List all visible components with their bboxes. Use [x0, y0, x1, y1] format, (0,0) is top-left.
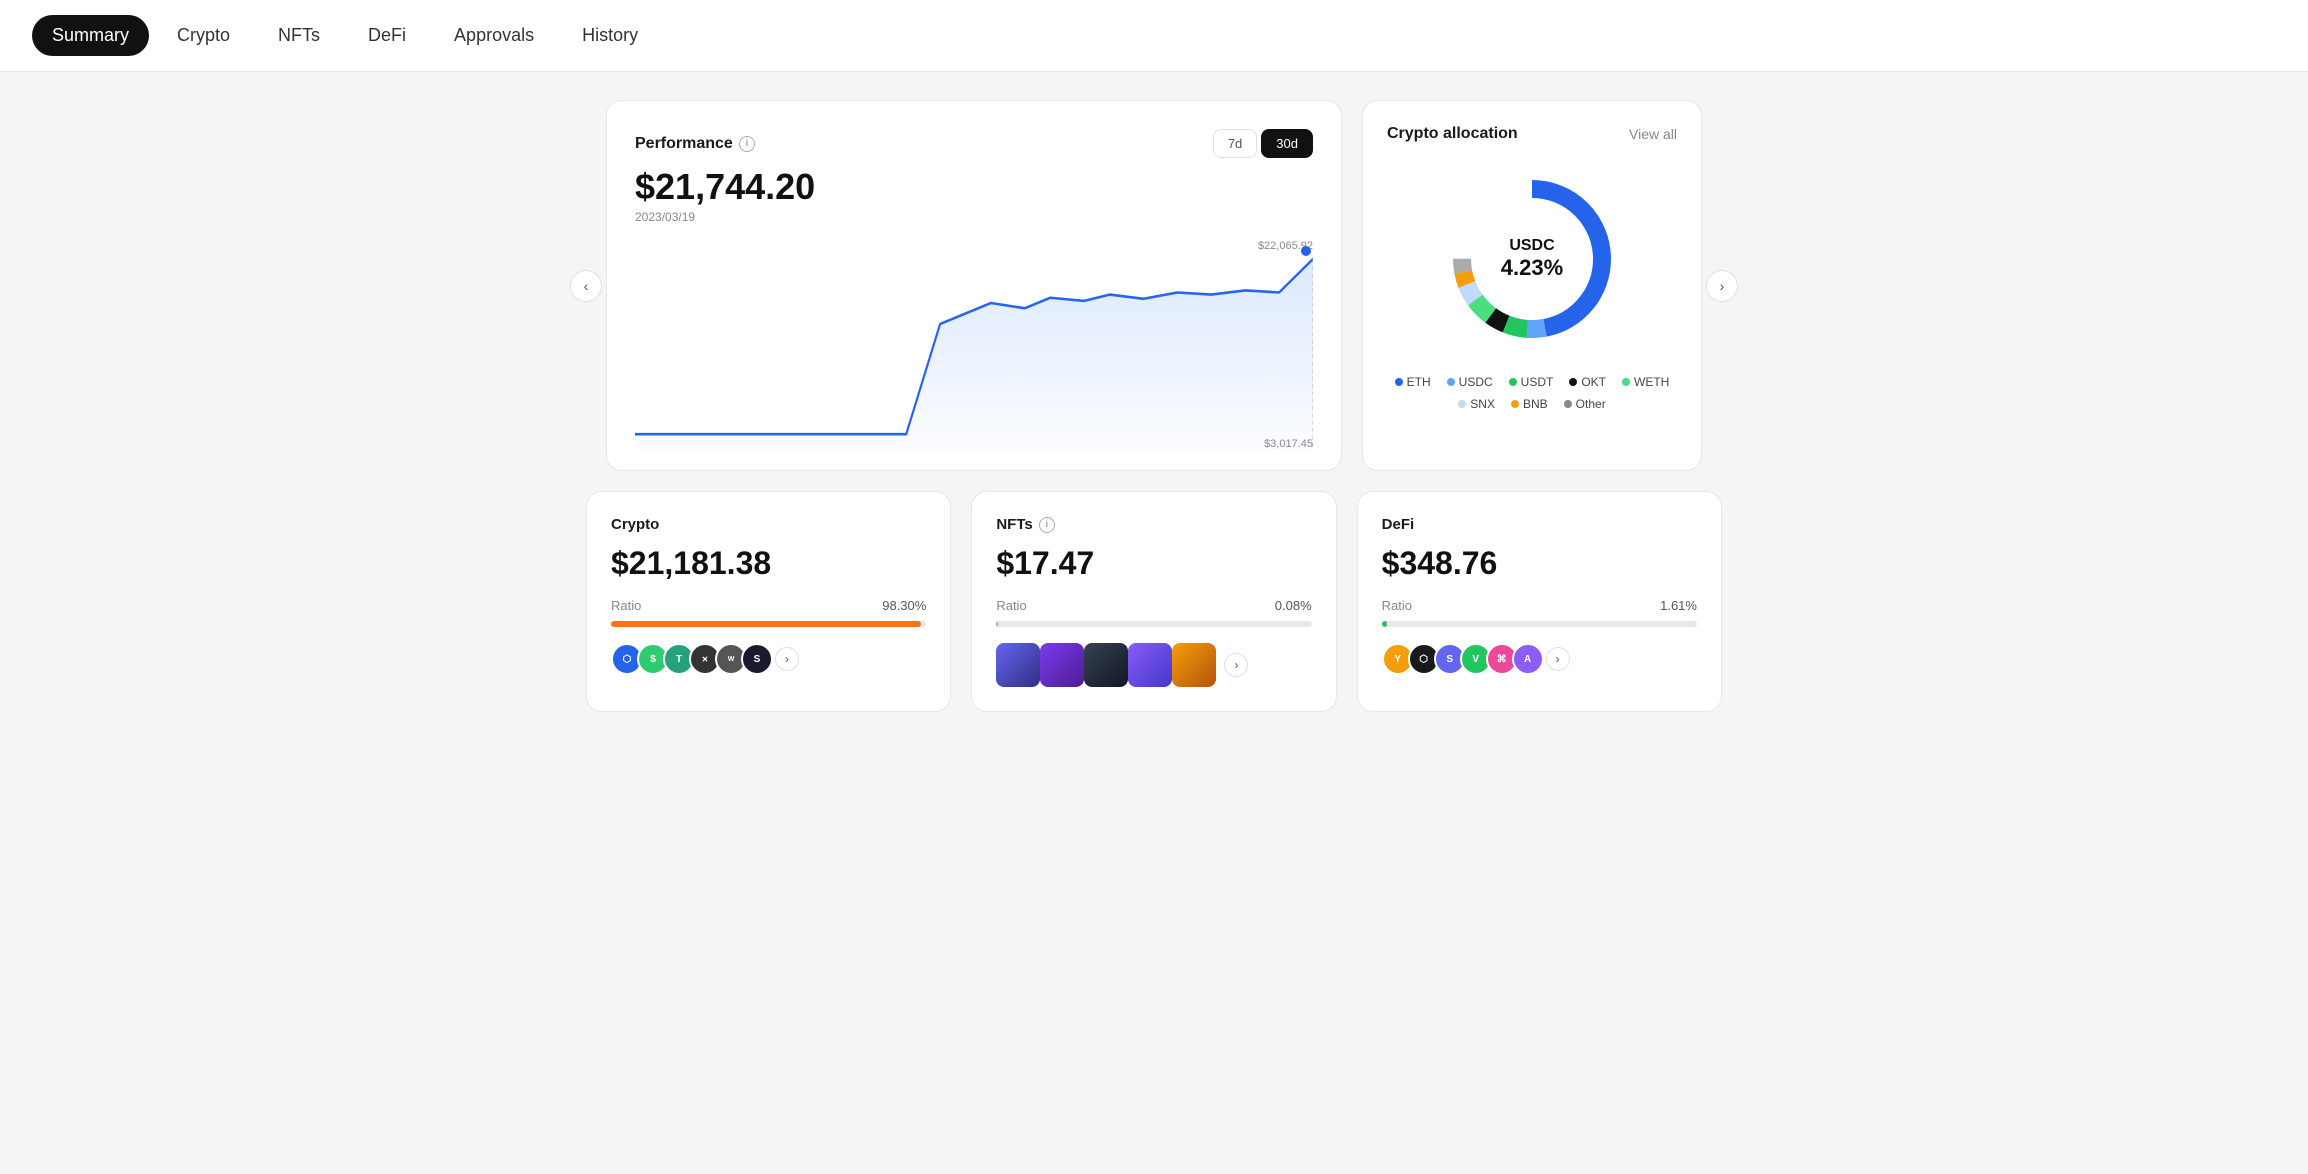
nfts-progress-bar: [996, 621, 1311, 627]
nav-item-defi[interactable]: DeFi: [348, 15, 426, 56]
defi-progress-fill: [1382, 621, 1387, 627]
nfts-amount: $17.47: [996, 545, 1311, 582]
legend-label-snx: SNX: [1470, 397, 1495, 411]
performance-chart: [635, 240, 1313, 450]
crypto-ratio-label: Ratio: [611, 598, 641, 613]
crypto-ratio-pct: 98.30%: [882, 598, 926, 613]
legend-label-other: Other: [1576, 397, 1606, 411]
nfts-info-icon[interactable]: i: [1039, 517, 1055, 533]
nav-item-nfts[interactable]: NFTs: [258, 15, 340, 56]
time-buttons: 7d 30d: [1213, 129, 1313, 158]
nfts-ratio-label: Ratio: [996, 598, 1026, 613]
legend-okt: OKT: [1569, 375, 1606, 389]
crypto-card: Crypto $21,181.38 Ratio 98.30% ⬡ $ T ✕ W…: [586, 491, 951, 712]
legend-dot-snx: [1458, 400, 1466, 408]
chart-dot: [1301, 246, 1311, 256]
nfts-card-title: NFTs i: [996, 516, 1311, 533]
main-nav: Summary Crypto NFTs DeFi Approvals Histo…: [0, 0, 2308, 72]
bottom-row: Crypto $21,181.38 Ratio 98.30% ⬡ $ T ✕ W…: [586, 491, 1722, 712]
legend-usdc: USDC: [1447, 375, 1493, 389]
chart-low-label: $3,017.45: [1264, 438, 1313, 450]
perf-amount: $21,744.20: [635, 166, 1313, 208]
perf-title-text: Performance: [635, 135, 733, 153]
legend-dot-okt: [1569, 378, 1577, 386]
legend-dot-usdc: [1447, 378, 1455, 386]
defi-title-text: DeFi: [1382, 516, 1415, 533]
legend-snx: SNX: [1458, 397, 1495, 411]
carousel-left-arrow[interactable]: ‹: [570, 270, 602, 302]
defi-card-title: DeFi: [1382, 516, 1697, 533]
donut-chart: [1442, 169, 1622, 349]
legend-dot-usdt: [1509, 378, 1517, 386]
defi-card: DeFi $348.76 Ratio 1.61% Y ⬡ S V ⌘ A ›: [1357, 491, 1722, 712]
crypto-title-text: Crypto: [611, 516, 659, 533]
nft-thumb-3: [1084, 643, 1128, 687]
nft-thumb-2: [1040, 643, 1084, 687]
carousel-right-arrow[interactable]: ›: [1706, 270, 1738, 302]
nft-thumb-4: [1128, 643, 1172, 687]
legend-label-bnb: BNB: [1523, 397, 1548, 411]
legend-bnb: BNB: [1511, 397, 1548, 411]
defi-ratio-label: Ratio: [1382, 598, 1412, 613]
legend-label-weth: WETH: [1634, 375, 1669, 389]
allocation-card: Crypto allocation View all: [1362, 100, 1702, 471]
nfts-ratio-row: Ratio 0.08%: [996, 598, 1311, 613]
legend-weth: WETH: [1622, 375, 1669, 389]
time-btn-7d[interactable]: 7d: [1213, 129, 1257, 158]
nfts-ratio-pct: 0.08%: [1275, 598, 1312, 613]
alloc-header: Crypto allocation View all: [1387, 125, 1677, 143]
top-row: ‹ Performance i 7d 30d $21,744.20 2023/0…: [586, 100, 1722, 471]
nav-item-history[interactable]: History: [562, 15, 658, 56]
legend-label-usdt: USDT: [1521, 375, 1554, 389]
defi-amount: $348.76: [1382, 545, 1697, 582]
perf-header: Performance i 7d 30d: [635, 129, 1313, 158]
perf-info-icon[interactable]: i: [739, 136, 755, 152]
legend-dot-eth: [1395, 378, 1403, 386]
defi-ratio-pct: 1.61%: [1660, 598, 1697, 613]
nfts-thumbs: ›: [996, 643, 1311, 687]
main-content: ‹ Performance i 7d 30d $21,744.20 2023/0…: [554, 72, 1754, 740]
crypto-progress-bar: [611, 621, 926, 627]
legend-other: Other: [1564, 397, 1606, 411]
defi-progress-bar: [1382, 621, 1697, 627]
nfts-card: NFTs i $17.47 Ratio 0.08% ›: [971, 491, 1336, 712]
crypto-progress-fill: [611, 621, 921, 627]
legend-label-okt: OKT: [1581, 375, 1606, 389]
defi-token-icons: Y ⬡ S V ⌘ A ›: [1382, 643, 1697, 675]
legend-label-eth: ETH: [1407, 375, 1431, 389]
defi-ratio-row: Ratio 1.61%: [1382, 598, 1697, 613]
crypto-token-icons: ⬡ $ T ✕ W S ›: [611, 643, 926, 675]
legend-label-usdc: USDC: [1459, 375, 1493, 389]
alloc-title: Crypto allocation: [1387, 125, 1518, 143]
allocation-legend: ETH USDC USDT OKT WETH: [1387, 375, 1677, 411]
nav-item-summary[interactable]: Summary: [32, 15, 149, 56]
donut-chart-wrapper: USDC 4.23%: [1387, 159, 1677, 359]
token-icon-snx: S: [741, 643, 773, 675]
defi-more-arrow[interactable]: ›: [1546, 647, 1570, 671]
nfts-more-arrow[interactable]: ›: [1224, 653, 1248, 677]
legend-dot-weth: [1622, 378, 1630, 386]
legend-dot-other: [1564, 400, 1572, 408]
crypto-more-arrow[interactable]: ›: [775, 647, 799, 671]
nav-item-approvals[interactable]: Approvals: [434, 15, 554, 56]
view-all-button[interactable]: View all: [1629, 126, 1677, 142]
legend-eth: ETH: [1395, 375, 1431, 389]
crypto-amount: $21,181.38: [611, 545, 926, 582]
nfts-title-text: NFTs: [996, 516, 1032, 533]
legend-dot-bnb: [1511, 400, 1519, 408]
chart-container: $22,065.92 $3,017.45: [635, 240, 1313, 450]
nft-thumb-5: [1172, 643, 1216, 687]
performance-card: Performance i 7d 30d $21,744.20 2023/03/…: [606, 100, 1342, 471]
nfts-progress-fill: [996, 621, 998, 627]
perf-title: Performance i: [635, 135, 755, 153]
nft-thumb-1: [996, 643, 1040, 687]
defi-icon-6: A: [1512, 643, 1544, 675]
crypto-ratio-row: Ratio 98.30%: [611, 598, 926, 613]
nav-item-crypto[interactable]: Crypto: [157, 15, 250, 56]
crypto-card-title: Crypto: [611, 516, 926, 533]
time-btn-30d[interactable]: 30d: [1261, 129, 1313, 158]
perf-date: 2023/03/19: [635, 210, 1313, 224]
legend-usdt: USDT: [1509, 375, 1554, 389]
